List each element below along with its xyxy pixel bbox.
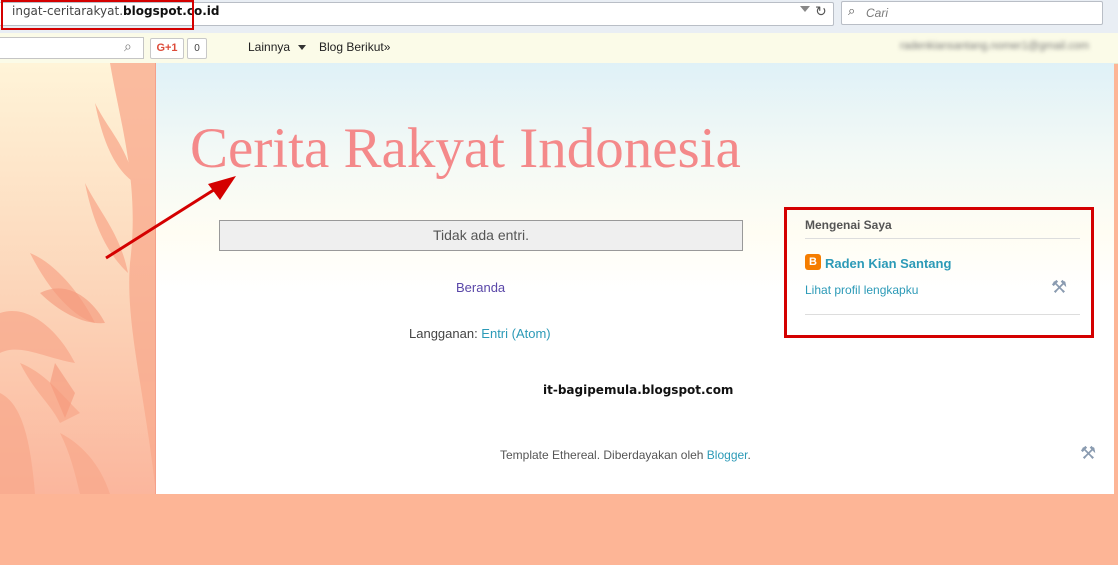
divider <box>805 238 1080 239</box>
dropdown-icon[interactable] <box>800 6 810 12</box>
full-profile-link[interactable]: Lihat profil lengkapku <box>805 283 918 297</box>
subscription-label: Langganan: <box>409 326 482 341</box>
next-blog-link[interactable]: Blog Berikut» <box>319 40 390 54</box>
blog-search-input[interactable] <box>0 37 144 59</box>
divider <box>805 314 1080 315</box>
search-icon: ⌕ <box>848 3 856 18</box>
home-link[interactable]: Beranda <box>456 280 505 295</box>
decorative-foliage <box>0 63 156 494</box>
atom-feed-link[interactable]: Entri (Atom) <box>481 326 550 341</box>
gplus-button[interactable]: G+1 <box>150 38 184 59</box>
url-highlight-box <box>1 0 194 30</box>
no-entries-message: Tidak ada entri. <box>219 220 743 251</box>
reload-icon[interactable]: ↻ <box>815 3 827 20</box>
annotation-arrow <box>105 176 236 260</box>
chevron-down-icon[interactable] <box>298 45 306 50</box>
footer-end: . <box>747 448 751 462</box>
blog-title[interactable]: Cerita Rakyat Indonesia <box>190 116 741 181</box>
more-menu[interactable]: Lainnya <box>248 40 290 54</box>
footer-text: Template Ethereal. Diberdayakan oleh <box>500 448 707 462</box>
user-email[interactable]: radenkiansantang.nomer1@gmail.com <box>900 40 1089 52</box>
gplus-count: 0 <box>187 38 207 59</box>
foliage-illustration <box>0 63 156 494</box>
edit-tools-icon[interactable]: ⚒ <box>1051 277 1067 298</box>
edit-tools-icon[interactable]: ⚒ <box>1080 443 1096 464</box>
blogger-link[interactable]: Blogger <box>707 448 748 462</box>
search-icon[interactable]: ⌕ <box>124 38 132 55</box>
watermark-text: it-bagipemula.blogspot.com <box>543 383 734 397</box>
blogger-icon: B <box>805 254 821 270</box>
about-widget-title: Mengenai Saya <box>805 218 892 232</box>
subscription-line: Langganan: Entri (Atom) <box>409 326 551 341</box>
profile-name-link[interactable]: Raden Kian Santang <box>825 256 951 271</box>
footer-attribution: Template Ethereal. Diberdayakan oleh Blo… <box>500 448 751 462</box>
search-placeholder: Cari <box>866 6 889 20</box>
